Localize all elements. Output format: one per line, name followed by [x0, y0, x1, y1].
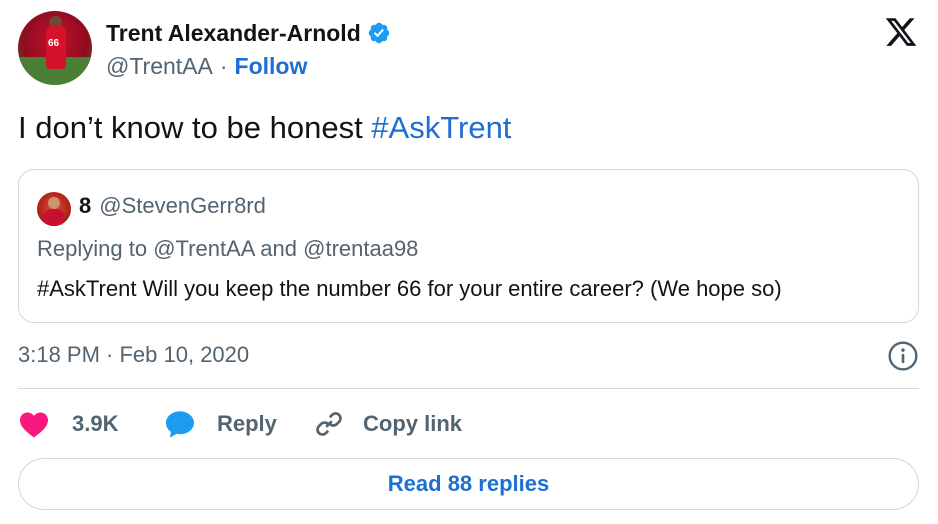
copy-link-label: Copy link [363, 411, 463, 436]
author-display-name[interactable]: Trent Alexander-Arnold [106, 20, 361, 47]
x-logo-icon[interactable] [883, 15, 919, 49]
reply-button[interactable]: Reply [163, 404, 277, 444]
mention-trentaa98[interactable]: @trentaa98 [303, 236, 418, 261]
quoted-handle[interactable]: @StevenGerr8rd [99, 193, 266, 219]
tweet-timestamp[interactable]: 3:18 PM · Feb 10, 2020 [18, 342, 249, 368]
embedded-tweet: 66 Trent Alexander-Arnold @TrentAA · Fol… [0, 0, 938, 524]
tweet-body: I don’t know to be honest [18, 110, 372, 145]
read-replies-label: Read 88 replies [387, 471, 550, 496]
author-avatar[interactable]: 66 [18, 11, 92, 85]
hashtag-link[interactable]: #AskTrent [371, 110, 511, 145]
info-icon[interactable] [887, 340, 919, 372]
verified-badge-icon [368, 22, 389, 44]
author-handle[interactable]: @TrentAA [106, 53, 213, 80]
divider [18, 388, 919, 389]
quoted-tweet[interactable]: 8 @StevenGerr8rd Replying to @TrentAA an… [18, 169, 919, 323]
copy-link-button[interactable]: Copy link [313, 404, 462, 444]
quoted-author-row: 8 @StevenGerr8rd [79, 193, 266, 219]
replying-to-joiner: and [254, 236, 304, 261]
reply-label: Reply [217, 411, 277, 436]
like-button[interactable]: 3.9K [18, 404, 118, 444]
separator-dot: · [219, 53, 228, 79]
link-icon [316, 412, 342, 436]
mention-trentaa[interactable]: @TrentAA [153, 236, 254, 261]
follow-link[interactable]: Follow [235, 53, 308, 80]
author-name-row: Trent Alexander-Arnold [106, 18, 391, 48]
quoted-author-avatar[interactable] [37, 192, 71, 226]
quoted-tweet-text: #AskTrent Will you keep the number 66 fo… [37, 276, 782, 301]
speech-bubble-icon [166, 411, 194, 438]
quoted-display-name[interactable]: 8 [79, 193, 91, 219]
like-count: 3.9K [72, 411, 119, 436]
replying-to-prefix: Replying to [37, 236, 154, 261]
heart-icon [20, 412, 48, 438]
tweet-text: I don’t know to be honest #AskTrent [18, 110, 511, 146]
replying-to-line: Replying to @TrentAA and @trentaa98 [37, 236, 418, 262]
read-replies-button[interactable]: Read 88 replies [18, 458, 919, 510]
author-handle-row: @TrentAA · Follow [106, 53, 307, 80]
